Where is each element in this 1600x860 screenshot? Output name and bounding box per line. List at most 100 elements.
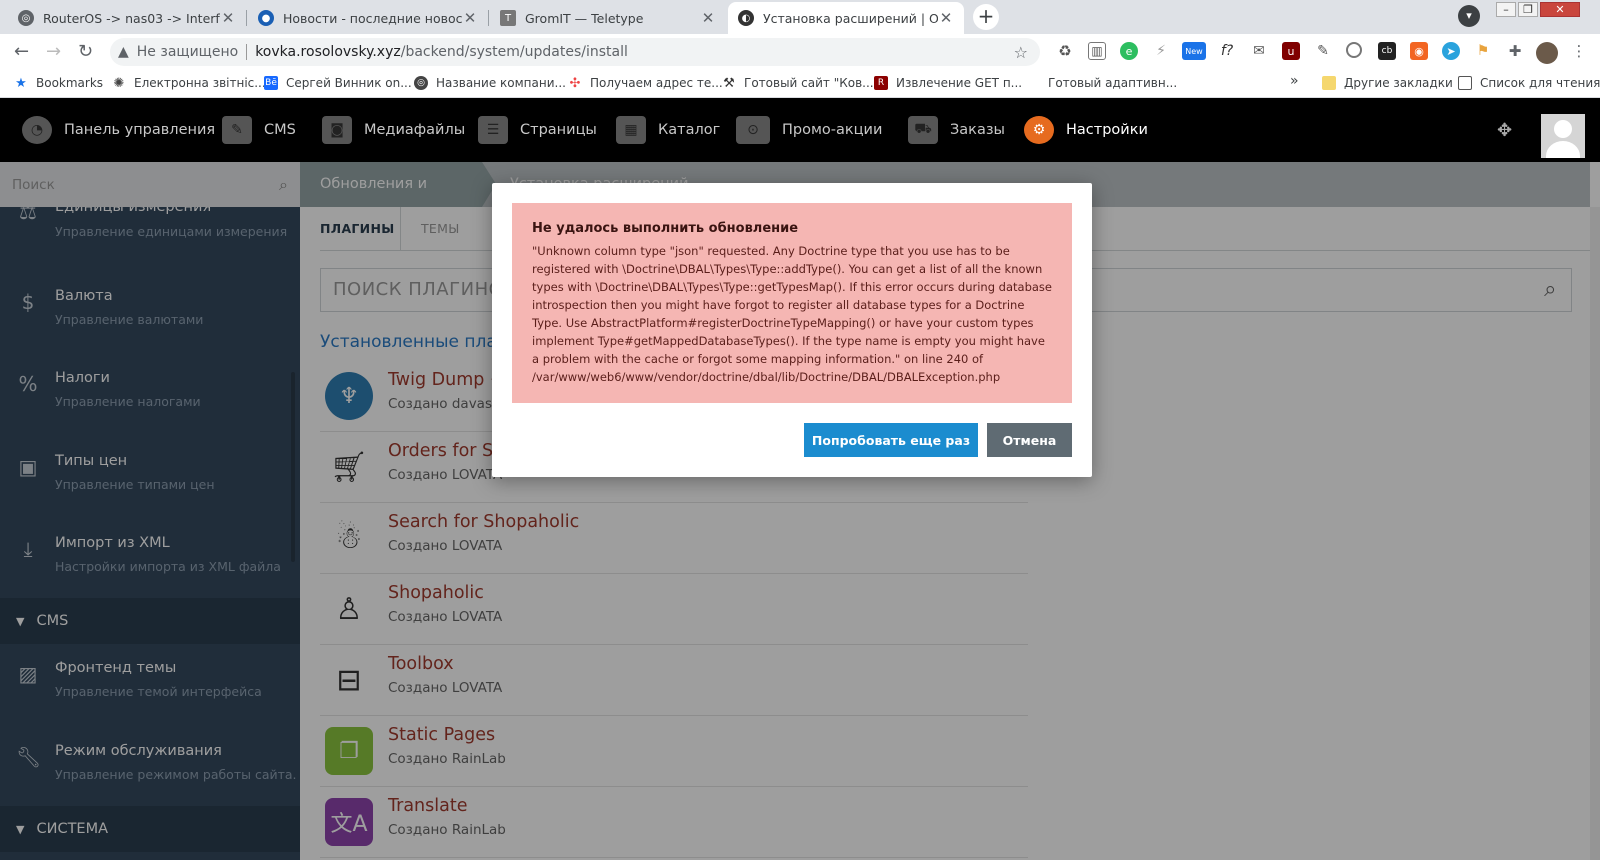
function-icon[interactable]: f?: [1218, 42, 1236, 60]
bookmarks-bar: ★ Bookmarks ✺ Електронна звітніс... Bē Серг…: [0, 70, 1600, 98]
menu-icon[interactable]: ⋮: [1570, 42, 1588, 60]
nav-label: Настройки: [1066, 122, 1148, 138]
bookmark-item[interactable]: ✣ Получаем адрес те...: [568, 76, 723, 91]
evernote-icon[interactable]: e: [1120, 42, 1138, 60]
avatar-body: [1546, 141, 1580, 158]
telegram-icon[interactable]: ➤: [1442, 42, 1460, 60]
error-message: "Unknown column type "json" requested. A…: [532, 244, 1052, 384]
gears-icon: ⚙: [1024, 116, 1054, 144]
bookmark-label: Bookmarks: [36, 76, 104, 90]
address-bar[interactable]: ▲ Не защищено kovka.rosolovsky.xyz/backe…: [110, 38, 1040, 66]
ublock-icon[interactable]: u: [1282, 42, 1300, 60]
bookmark-label: Название компани...: [436, 76, 566, 90]
behance-icon: Bē: [264, 76, 278, 90]
other-bookmarks[interactable]: Другие закладки: [1322, 76, 1453, 90]
bookmark-label: Готовый адаптивн...: [1048, 76, 1178, 90]
reading-list[interactable]: Список для чтения: [1458, 76, 1600, 90]
reload-icon[interactable]: ↻: [78, 41, 93, 62]
profile-avatar-icon[interactable]: [1536, 42, 1558, 64]
bookmark-label: Другие закладки: [1344, 76, 1453, 90]
october-icon: ◐: [738, 10, 754, 26]
puzzle-icon[interactable]: ✚: [1506, 42, 1524, 60]
nav-catalog[interactable]: ▦ Каталог: [616, 98, 720, 162]
retry-button[interactable]: Попробовать еще раз: [804, 423, 978, 457]
minimize-icon[interactable]: –: [1496, 2, 1516, 17]
teletype-icon: T: [500, 10, 516, 26]
window-controls: – ❐ ✕: [1494, 2, 1580, 17]
maximize-icon[interactable]: ❐: [1518, 2, 1538, 17]
nav-label: Страницы: [520, 122, 597, 138]
camera-icon: ◙: [322, 116, 352, 144]
bookmark-item[interactable]: ✺ Електронна звітніс...: [112, 75, 266, 91]
browser-tab-bar: ◎ RouterOS -> nas03 -> Interface T ✕ ● Н…: [0, 0, 1600, 34]
security-label: Не защищено: [136, 44, 239, 60]
new-tab-button[interactable]: +: [973, 4, 999, 30]
browser-tab-teletype[interactable]: T GromIT — Teletype ✕: [490, 2, 726, 34]
catalog-icon: ▦: [616, 116, 646, 144]
bookmark-label: Получаем адрес те...: [590, 76, 723, 90]
nav-promo[interactable]: ⊙ Промо-акции: [736, 98, 882, 162]
nav-label: Промо-акции: [782, 122, 883, 138]
pages-icon: ☰: [478, 116, 508, 144]
bookmark-item[interactable]: ★ Bookmarks: [14, 75, 104, 91]
nav-settings[interactable]: ⚙ Настройки: [1024, 98, 1148, 162]
browser-tab-october[interactable]: ◐ Установка расширений | Octobe ✕: [728, 2, 964, 34]
mail-icon[interactable]: ✉: [1250, 42, 1268, 60]
barcode-icon[interactable]: ▥: [1088, 42, 1106, 60]
cms-icon: ✎: [222, 116, 252, 144]
tab-title: GromIT — Teletype: [525, 10, 644, 26]
dashboard-icon: ◔: [22, 116, 52, 144]
bookmark-label: Готовый сайт "Ков...: [744, 76, 874, 90]
tab-search-icon[interactable]: ▾: [1458, 5, 1480, 27]
globe-icon: ◎: [18, 10, 34, 26]
bookmark-item[interactable]: Bē Сергей Винник on...: [264, 76, 412, 90]
error-alert: Не удалось выполнить обновление "Unknown…: [512, 203, 1072, 403]
user-avatar[interactable]: [1541, 114, 1585, 158]
avatar-head: [1554, 120, 1572, 138]
seal-icon: ✺: [113, 75, 125, 91]
bookmark-label: Извлечение GET п...: [896, 76, 1023, 90]
recycle-icon[interactable]: ♻: [1056, 42, 1074, 60]
window-close-icon[interactable]: ✕: [1540, 2, 1580, 17]
bookmarks-more-button[interactable]: »: [1290, 73, 1299, 89]
browser-tab-news[interactable]: ● Новости - последние новости У ✕: [248, 2, 488, 34]
nav-label: Заказы: [950, 122, 1005, 138]
close-icon[interactable]: ✕: [220, 9, 236, 27]
url-path: /backend/system/updates/install: [400, 44, 628, 60]
pin-icon[interactable]: ⚑: [1474, 42, 1492, 60]
close-icon[interactable]: ✕: [462, 9, 478, 27]
browser-tab-routeros[interactable]: ◎ RouterOS -> nas03 -> Interface T ✕: [8, 2, 246, 34]
nav-media[interactable]: ◙ Медиафайлы: [322, 98, 465, 162]
bookmark-item[interactable]: R Извлечение GET п...: [874, 76, 1022, 90]
tab-separator: [488, 10, 489, 26]
close-icon[interactable]: ✕: [938, 9, 954, 27]
news-icon: ●: [258, 10, 274, 26]
nav-orders[interactable]: ⛟ Заказы: [908, 98, 1005, 162]
bookmark-item[interactable]: ◎ Название компани...: [414, 76, 566, 90]
nav-label: Панель управления: [64, 122, 216, 138]
error-title: Не удалось выполнить обновление: [532, 221, 799, 236]
star-icon: ★: [15, 75, 27, 91]
rss-icon[interactable]: ◉: [1410, 42, 1428, 60]
tool-icon: ⚒: [723, 75, 735, 91]
divider: [246, 44, 248, 60]
nav-pages[interactable]: ☰ Страницы: [478, 98, 597, 162]
tab-separator: [246, 10, 247, 26]
lightning-icon[interactable]: ⚡: [1152, 42, 1170, 60]
nav-cms[interactable]: ✎ CMS: [222, 98, 296, 162]
back-icon[interactable]: ←: [14, 41, 29, 62]
nav-dashboard[interactable]: ◔ Панель управления: [22, 98, 215, 162]
bookmark-item[interactable]: ⚒ Готовый сайт "Ков...: [722, 75, 874, 91]
bookmark-item[interactable]: Готовый адаптивн...: [1048, 76, 1177, 90]
circle-icon[interactable]: [1346, 42, 1362, 58]
new-badge-icon[interactable]: New: [1182, 42, 1206, 60]
app-header: ◔ Панель управления ✎ CMS ◙ Медиафайлы ☰ Стр…: [0, 98, 1600, 162]
close-icon[interactable]: ✕: [700, 9, 716, 27]
cb-icon[interactable]: cb: [1378, 42, 1396, 60]
folder-icon: [1322, 76, 1336, 90]
bookmark-star-icon[interactable]: ☆: [1014, 43, 1028, 62]
move-icon[interactable]: ✥: [1497, 120, 1512, 141]
forward-icon[interactable]: →: [46, 41, 61, 62]
cancel-button[interactable]: Отмена: [987, 423, 1072, 457]
eyedropper-icon[interactable]: ✎: [1314, 42, 1332, 60]
